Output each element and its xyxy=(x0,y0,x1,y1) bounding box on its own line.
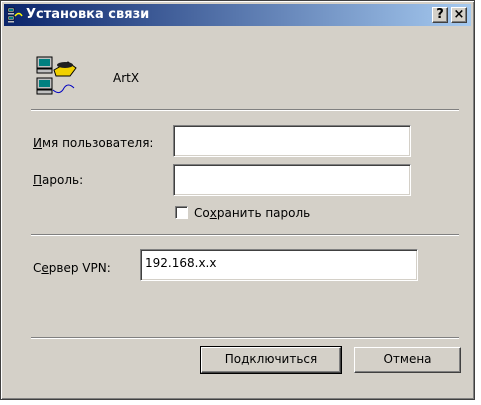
connection-name: ArtX xyxy=(113,71,140,85)
save-password-label[interactable]: Сохранить пароль xyxy=(194,206,310,220)
server-field[interactable]: 192.168.x.x xyxy=(140,249,418,281)
help-button[interactable]: ? xyxy=(432,7,448,23)
cancel-button[interactable]: Отмена xyxy=(354,347,461,373)
separator xyxy=(31,337,459,339)
title-bar[interactable]: Установка связи ? × xyxy=(4,4,471,26)
network-computers-icon xyxy=(7,7,23,23)
username-label: Имя пользователя: xyxy=(33,136,154,150)
password-label: Пароль: xyxy=(33,173,84,187)
password-field[interactable] xyxy=(173,164,411,196)
server-label: Сервер VPN: xyxy=(33,261,111,275)
save-password-checkbox[interactable] xyxy=(175,206,188,219)
window-title: Установка связи xyxy=(26,7,150,22)
separator xyxy=(31,234,459,236)
connection-dialog: Установка связи ? × ArtX Имя пользовател… xyxy=(0,0,475,400)
dialup-phone-computers-icon xyxy=(36,56,77,95)
separator xyxy=(31,109,459,111)
username-field[interactable] xyxy=(173,125,411,157)
connect-button[interactable]: Подключиться xyxy=(200,346,342,374)
close-button[interactable]: × xyxy=(451,7,467,23)
